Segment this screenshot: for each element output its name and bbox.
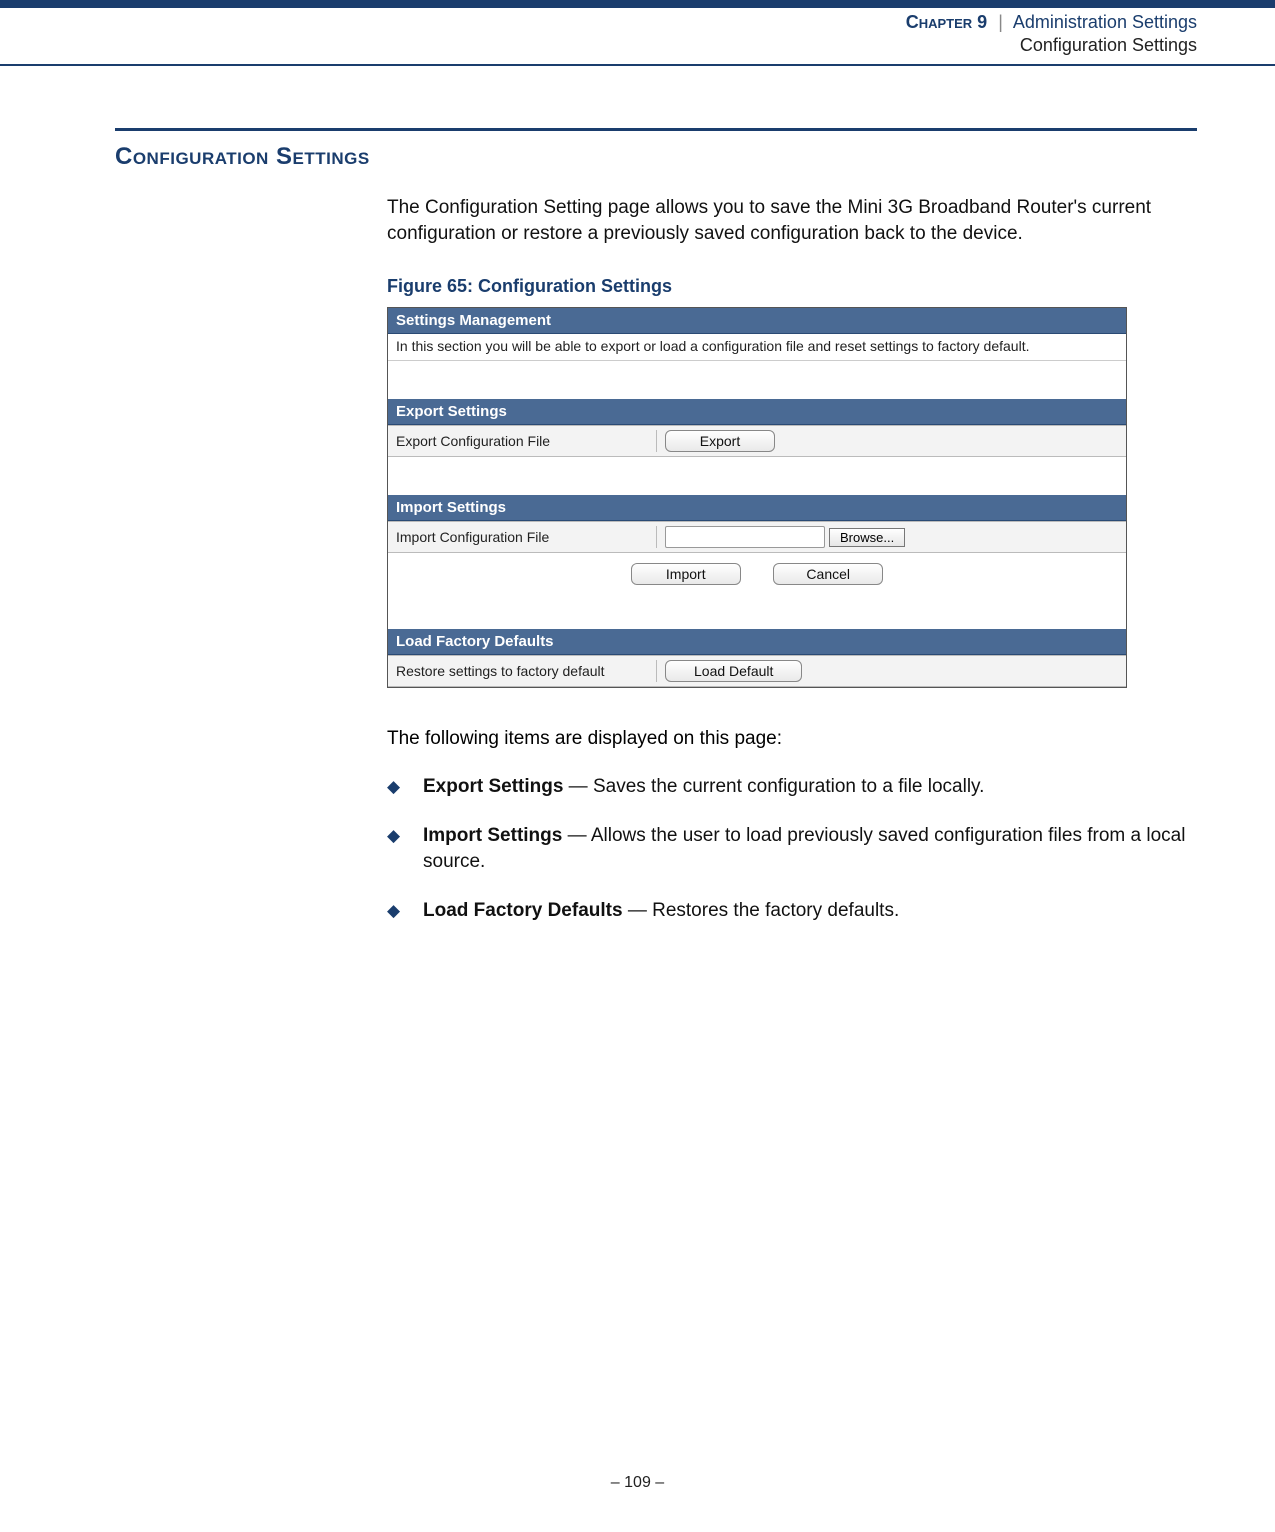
items-intro: The following items are displayed on thi… xyxy=(387,728,1197,750)
import-settings-heading: Import Settings xyxy=(388,495,1126,521)
defaults-row: Restore settings to factory default Load… xyxy=(388,655,1126,687)
list-item: Load Factory Defaults — Restores the fac… xyxy=(387,898,1197,925)
item-desc: — Saves the current configuration to a f… xyxy=(563,776,984,797)
settings-management-heading: Settings Management xyxy=(388,308,1126,334)
figure-screenshot: Settings Management In this section you … xyxy=(387,307,1127,688)
top-accent-bar xyxy=(0,0,1275,8)
section-heading: Configuration Settings xyxy=(115,143,1197,171)
cancel-button[interactable]: Cancel xyxy=(773,563,883,585)
defaults-heading: Load Factory Defaults xyxy=(388,629,1126,655)
header-subtitle: Configuration Settings xyxy=(0,35,1275,64)
intro-paragraph: The Configuration Setting page allows yo… xyxy=(387,195,1197,246)
export-settings-heading: Export Settings xyxy=(388,399,1126,425)
item-desc: — Restores the factory defaults. xyxy=(623,900,900,921)
figure-caption: Figure 65: Configuration Settings xyxy=(387,276,1197,297)
import-button-row: Import Cancel xyxy=(388,553,1126,591)
defaults-label: Restore settings to factory default xyxy=(396,663,656,679)
import-row: Import Configuration File Browse... xyxy=(388,521,1126,553)
page-number: – 109 – xyxy=(0,1474,1275,1492)
header-divider: | xyxy=(998,12,1003,32)
list-item: Import Settings — Allows the user to loa… xyxy=(387,823,1197,876)
settings-management-desc: In this section you will be able to expo… xyxy=(388,334,1126,361)
import-button[interactable]: Import xyxy=(631,563,741,585)
import-label: Import Configuration File xyxy=(396,529,656,545)
load-default-button[interactable]: Load Default xyxy=(665,660,802,682)
header-title: Administration Settings xyxy=(1013,12,1197,32)
item-name: Load Factory Defaults xyxy=(423,900,623,921)
export-button[interactable]: Export xyxy=(665,430,775,452)
items-list: Export Settings — Saves the current conf… xyxy=(387,774,1197,924)
item-name: Export Settings xyxy=(423,776,563,797)
export-label: Export Configuration File xyxy=(396,433,656,449)
chapter-label: Chapter 9 xyxy=(906,12,987,32)
browse-button[interactable]: Browse... xyxy=(829,528,905,547)
item-name: Import Settings xyxy=(423,825,562,846)
header-line: Chapter 9 | Administration Settings xyxy=(0,8,1275,35)
export-row: Export Configuration File Export xyxy=(388,425,1126,457)
section-rule xyxy=(115,128,1197,131)
import-file-input[interactable] xyxy=(665,526,825,548)
list-item: Export Settings — Saves the current conf… xyxy=(387,774,1197,801)
